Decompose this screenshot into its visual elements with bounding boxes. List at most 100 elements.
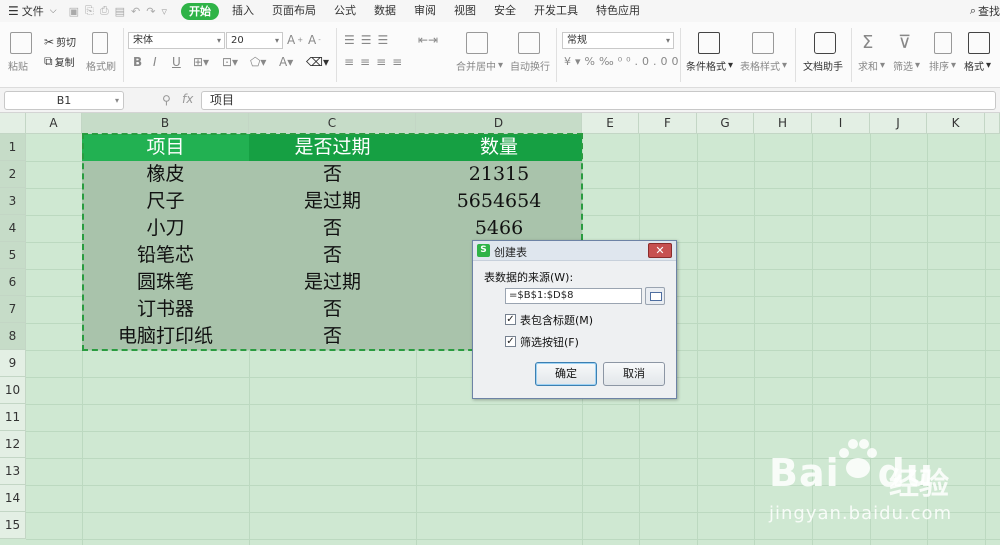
italic-button[interactable]: I xyxy=(153,55,157,69)
select-all-corner[interactable] xyxy=(0,113,26,134)
paste-button[interactable]: 粘贴 xyxy=(8,58,28,73)
filter-buttons-checkbox[interactable]: ✓ xyxy=(505,336,516,347)
search-button[interactable]: ⌕ 查找 xyxy=(970,3,1000,19)
tab-insert[interactable]: 插入 xyxy=(223,0,263,22)
border-icon[interactable]: ⊞▾ xyxy=(193,55,209,69)
column-header-k[interactable]: K xyxy=(927,113,985,134)
column-header-j[interactable]: J xyxy=(870,113,927,134)
clear-icon[interactable]: ⌫▾ xyxy=(306,55,329,69)
conditional-format-button[interactable]: 条件格式 ▾ xyxy=(686,58,733,73)
print-icon[interactable]: ⎙ xyxy=(100,4,109,18)
column-header-l[interactable] xyxy=(985,113,1000,134)
number-format-select[interactable]: 常规 ▾ xyxy=(562,32,674,49)
source-range-input[interactable]: =$B$1:$D$8 xyxy=(505,288,642,304)
include-headers-label[interactable]: 表包含标题(M) xyxy=(520,312,593,328)
filter-buttons-label[interactable]: 筛选按钮(F) xyxy=(520,334,579,350)
doc-assistant-button[interactable]: 文档助手 xyxy=(803,58,843,73)
bold-button[interactable]: B xyxy=(133,55,142,69)
copy-button[interactable]: ⧉ 复制 xyxy=(44,54,75,69)
font-size-select[interactable]: 20 ▾ xyxy=(226,32,283,49)
column-header-g[interactable]: G xyxy=(697,113,754,134)
wrap-text-icon[interactable] xyxy=(518,32,540,54)
row-header[interactable]: 10 xyxy=(0,377,26,404)
column-header-c[interactable]: C xyxy=(249,113,416,134)
filter-button[interactable]: 筛选 ▾ xyxy=(893,58,920,73)
formula-input[interactable]: 项目 xyxy=(201,91,996,110)
number-format-buttons[interactable]: ¥▾%‰⁰⁰.0.00 xyxy=(564,55,683,68)
row-header[interactable]: 9 xyxy=(0,350,26,377)
row-header[interactable]: 12 xyxy=(0,431,26,458)
save-icon[interactable]: ▣ xyxy=(69,5,79,18)
tab-home[interactable]: 开始 xyxy=(181,2,219,20)
zoom-icon[interactable]: ⚲ xyxy=(162,93,171,107)
range-picker-icon[interactable] xyxy=(645,287,665,305)
tab-security[interactable]: 安全 xyxy=(485,0,525,22)
font-name-select[interactable]: 宋体 ▾ xyxy=(128,32,225,49)
row-header[interactable]: 7 xyxy=(0,296,26,323)
undo-icon[interactable]: ↶ xyxy=(131,5,140,18)
font-color-icon[interactable]: A▾ xyxy=(279,55,293,69)
customize-icon[interactable]: ▿ xyxy=(161,5,167,18)
include-headers-checkbox[interactable]: ✓ xyxy=(505,314,516,325)
row-header[interactable]: 8 xyxy=(0,323,26,350)
row-header[interactable]: 3 xyxy=(0,188,26,215)
redo-icon[interactable]: ↷ xyxy=(146,5,155,18)
row-header[interactable]: 14 xyxy=(0,485,26,512)
tab-page-layout[interactable]: 页面布局 xyxy=(263,0,325,22)
paste-icon[interactable] xyxy=(10,32,32,54)
conditional-format-icon[interactable] xyxy=(698,32,720,54)
dialog-title-bar[interactable]: S 创建表 ✕ xyxy=(473,241,676,261)
merge-center-icon[interactable] xyxy=(466,32,488,54)
close-button[interactable]: ✕ xyxy=(648,243,672,258)
column-header-h[interactable]: H xyxy=(754,113,812,134)
table-style-icon[interactable] xyxy=(752,32,774,54)
tab-data[interactable]: 数据 xyxy=(365,0,405,22)
column-header-a[interactable]: A xyxy=(26,113,82,134)
name-box[interactable]: B1 ▾ xyxy=(4,91,124,110)
format-painter-button[interactable]: 格式刷 xyxy=(86,58,116,73)
row-header[interactable]: 5 xyxy=(0,242,26,269)
sum-button[interactable]: 求和 ▾ xyxy=(858,58,885,73)
file-menu[interactable]: ☰ 文件 ⌵ xyxy=(0,0,63,22)
merge-icon[interactable]: ⊡▾ xyxy=(222,55,238,69)
column-header-f[interactable]: F xyxy=(639,113,697,134)
align-top-icons[interactable]: ☰☰☰ xyxy=(344,33,394,47)
tab-developer[interactable]: 开发工具 xyxy=(525,0,587,22)
tab-formulas[interactable]: 公式 xyxy=(325,0,365,22)
font-shrink-button[interactable]: A- xyxy=(308,33,321,47)
column-header-b[interactable]: B xyxy=(82,113,249,134)
column-header-d[interactable]: D xyxy=(416,113,582,134)
row-header[interactable]: 11 xyxy=(0,404,26,431)
sort-icon[interactable] xyxy=(934,32,952,54)
row-header[interactable]: 2 xyxy=(0,161,26,188)
row-header[interactable]: 13 xyxy=(0,458,26,485)
column-header-e[interactable]: E xyxy=(582,113,639,134)
indent-icon[interactable]: ⇤⇥ xyxy=(418,33,438,47)
row-header[interactable]: 6 xyxy=(0,269,26,296)
table-style-button[interactable]: 表格样式 ▾ xyxy=(740,58,787,73)
row-header[interactable]: 15 xyxy=(0,512,26,539)
filter-icon[interactable]: ⊽ xyxy=(898,32,911,53)
sort-button[interactable]: 排序 ▾ xyxy=(929,58,956,73)
sigma-icon[interactable]: Σ xyxy=(862,32,873,53)
font-grow-button[interactable]: A + xyxy=(287,33,303,47)
cut-button[interactable]: ✂ 剪切 xyxy=(44,34,76,50)
ok-button[interactable]: 确定 xyxy=(535,362,597,386)
doc-assistant-icon[interactable] xyxy=(814,32,836,54)
tab-view[interactable]: 视图 xyxy=(445,0,485,22)
row-header[interactable]: 1 xyxy=(0,134,26,161)
export-icon[interactable]: ⎘ xyxy=(85,4,94,18)
align-left-icons[interactable]: ≡≡≡≡ xyxy=(344,55,408,69)
fill-color-icon[interactable]: ⬠▾ xyxy=(250,55,266,69)
tab-special[interactable]: 特色应用 xyxy=(587,0,649,22)
wrap-text-button[interactable]: 自动换行 xyxy=(510,58,550,73)
underline-button[interactable]: U xyxy=(172,55,181,69)
row-header[interactable]: 4 xyxy=(0,215,26,242)
column-header-i[interactable]: I xyxy=(812,113,870,134)
merge-center-button[interactable]: 合并居中 ▾ xyxy=(456,58,503,73)
cancel-button[interactable]: 取消 xyxy=(603,362,665,386)
format-icon[interactable] xyxy=(968,32,990,54)
format-painter-icon[interactable] xyxy=(92,32,108,54)
print-preview-icon[interactable]: ▤ xyxy=(115,5,125,18)
function-icon[interactable]: fx xyxy=(182,92,193,106)
